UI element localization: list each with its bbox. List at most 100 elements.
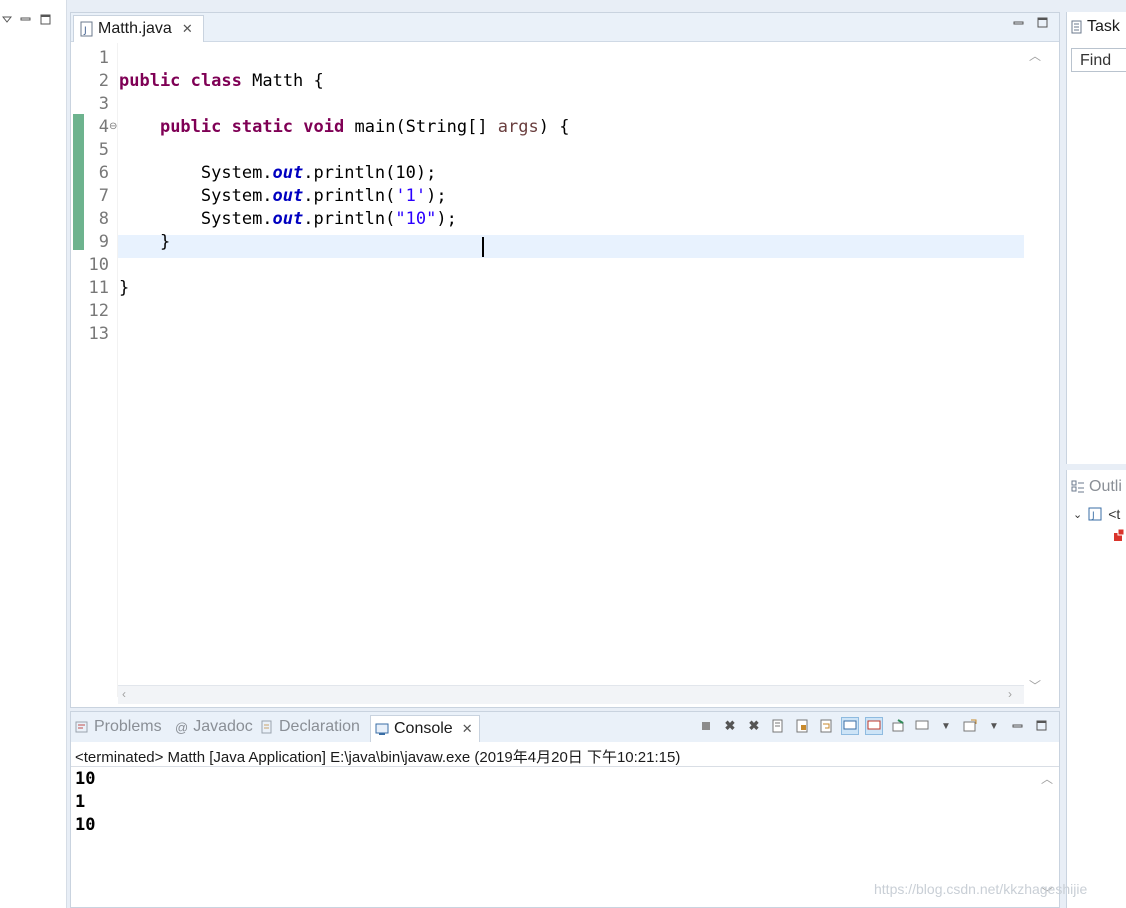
tab-declaration[interactable]: Declaration — [260, 715, 360, 739]
find-input[interactable]: Find — [1071, 48, 1126, 72]
code-line-7: System.out.println('1'); — [200, 186, 447, 206]
console-toolbar: ✖ ✖ ▼ ▼ — [697, 717, 1051, 735]
editor-vertical-scrollbar[interactable]: ︿ ﹀ — [1026, 43, 1044, 697]
quick-diff-change-bar — [73, 114, 84, 250]
chevron-down-icon[interactable]: ⌄ — [1073, 508, 1082, 521]
clear-console-icon[interactable] — [769, 717, 787, 735]
tab-outline[interactable]: Outli — [1071, 478, 1122, 496]
source-code[interactable]: public class Matth { public static void … — [119, 47, 569, 346]
remove-all-terminated-icon[interactable]: ✖ — [745, 717, 763, 735]
minimize-icon[interactable] — [20, 14, 32, 24]
scroll-down-arrow-icon[interactable]: ﹀ — [1029, 677, 1041, 694]
svg-text:J: J — [1091, 511, 1095, 521]
display-console-icon[interactable] — [913, 717, 931, 735]
editor-view: J Matth.java ✕ 1 2 3 4 5 6 7 8 9 10 11 1… — [70, 12, 1060, 708]
show-on-stderr-icon[interactable] — [865, 717, 883, 735]
show-on-stdout-icon[interactable] — [841, 717, 859, 735]
line-number: 12 — [88, 301, 109, 321]
code-line-9: } — [159, 232, 171, 252]
editor-tab-title: Matth.java — [98, 20, 172, 37]
code-text-area[interactable]: public class Matth { public static void … — [118, 43, 1024, 697]
line-number: 5 — [98, 140, 109, 160]
editor-tab-bar: J Matth.java ✕ — [71, 13, 1059, 42]
bottom-tab-bar: Problems @ Javadoc Declaration Console ✕… — [71, 712, 1059, 742]
console-output-line: 10 — [75, 769, 96, 789]
declaration-icon — [260, 720, 274, 734]
line-number: 8 — [98, 209, 109, 229]
console-output-line: 1 — [75, 792, 86, 812]
console-process-label: <terminated> Matth [Java Application] E:… — [75, 749, 681, 766]
code-line-8: System.out.println("10"); — [200, 209, 457, 229]
maximize-icon[interactable] — [40, 14, 52, 26]
text-caret — [482, 237, 484, 257]
chevron-down-icon[interactable]: ▼ — [985, 717, 1003, 735]
java-file-icon: J — [80, 21, 94, 37]
task-list-icon — [1071, 20, 1083, 34]
tab-close-icon[interactable]: ✕ — [462, 721, 473, 737]
line-number: 7 — [98, 186, 109, 206]
line-number: 13 — [88, 324, 109, 344]
line-number: 1 — [98, 48, 109, 68]
remove-launch-icon[interactable]: ✖ — [721, 717, 739, 735]
import-declaration-icon[interactable] — [1113, 528, 1125, 542]
line-number: 11 — [88, 278, 109, 298]
tab-task-list[interactable]: Task — [1071, 18, 1120, 36]
outline-item-label: <t — [1108, 506, 1121, 522]
scroll-left-arrow-icon[interactable]: ‹ — [122, 687, 126, 701]
code-line-6: System.out.println(10); — [200, 163, 437, 183]
terminate-icon[interactable] — [697, 717, 715, 735]
tab-javadoc[interactable]: @ Javadoc — [175, 715, 253, 739]
scroll-up-arrow-icon[interactable]: ︿ — [1029, 47, 1041, 64]
tab-problems[interactable]: Problems — [75, 715, 162, 739]
open-console-icon[interactable] — [961, 717, 979, 735]
console-divider — [71, 766, 1059, 767]
chevron-down-icon[interactable]: ▼ — [937, 717, 955, 735]
code-line-11: } — [119, 278, 130, 298]
console-view: Problems @ Javadoc Declaration Console ✕… — [70, 711, 1060, 908]
left-panel — [0, 0, 67, 908]
line-number: 9 — [98, 232, 109, 252]
outline-view: Outli ⌄ J <t — [1066, 470, 1126, 908]
svg-text:J: J — [83, 26, 87, 36]
line-number: 4 — [98, 117, 109, 137]
scroll-lock-icon[interactable] — [793, 717, 811, 735]
tab-label: Console — [394, 720, 453, 737]
left-panel-controls — [0, 14, 60, 34]
minimize-icon[interactable] — [1013, 17, 1025, 29]
tab-label: Outli — [1089, 478, 1122, 495]
view-menu-icon[interactable] — [2, 14, 12, 24]
code-line-2: public class Matth { — [119, 71, 324, 91]
tab-label: Task — [1087, 18, 1120, 35]
outline-tree-item[interactable]: ⌄ J <t — [1073, 506, 1120, 522]
editor-horizontal-scrollbar[interactable]: ‹ › — [118, 685, 1024, 704]
code-line-4: public static void main(String[] args) { — [159, 117, 570, 137]
minimize-icon[interactable] — [1009, 717, 1027, 735]
tab-label: Problems — [94, 718, 162, 735]
console-output-line: 10 — [75, 815, 96, 835]
scroll-right-arrow-icon[interactable]: › — [1008, 687, 1012, 701]
task-list-view: Task Find — [1066, 12, 1126, 464]
line-number: 10 — [88, 255, 109, 275]
word-wrap-icon[interactable] — [817, 717, 835, 735]
watermark-text: https://blog.csdn.net/kkzhageshijie — [874, 881, 1088, 897]
maximize-icon[interactable] — [1033, 717, 1051, 735]
line-number: 2 — [98, 71, 109, 91]
maximize-icon[interactable] — [1037, 17, 1049, 29]
tab-console[interactable]: Console ✕ — [370, 715, 480, 742]
line-number: 3 — [98, 94, 109, 114]
tab-label: Javadoc — [193, 718, 253, 735]
outline-icon — [1071, 480, 1085, 494]
scroll-up-arrow-icon[interactable]: ︿ — [1041, 770, 1053, 787]
console-output[interactable]: 10 1 10 — [75, 768, 95, 837]
editor-tab-matth-java[interactable]: J Matth.java ✕ — [73, 15, 204, 42]
line-number: 6 — [98, 163, 109, 183]
editor-window-controls — [1013, 17, 1049, 29]
pin-console-icon[interactable] — [889, 717, 907, 735]
tab-close-icon[interactable]: ✕ — [182, 21, 193, 37]
